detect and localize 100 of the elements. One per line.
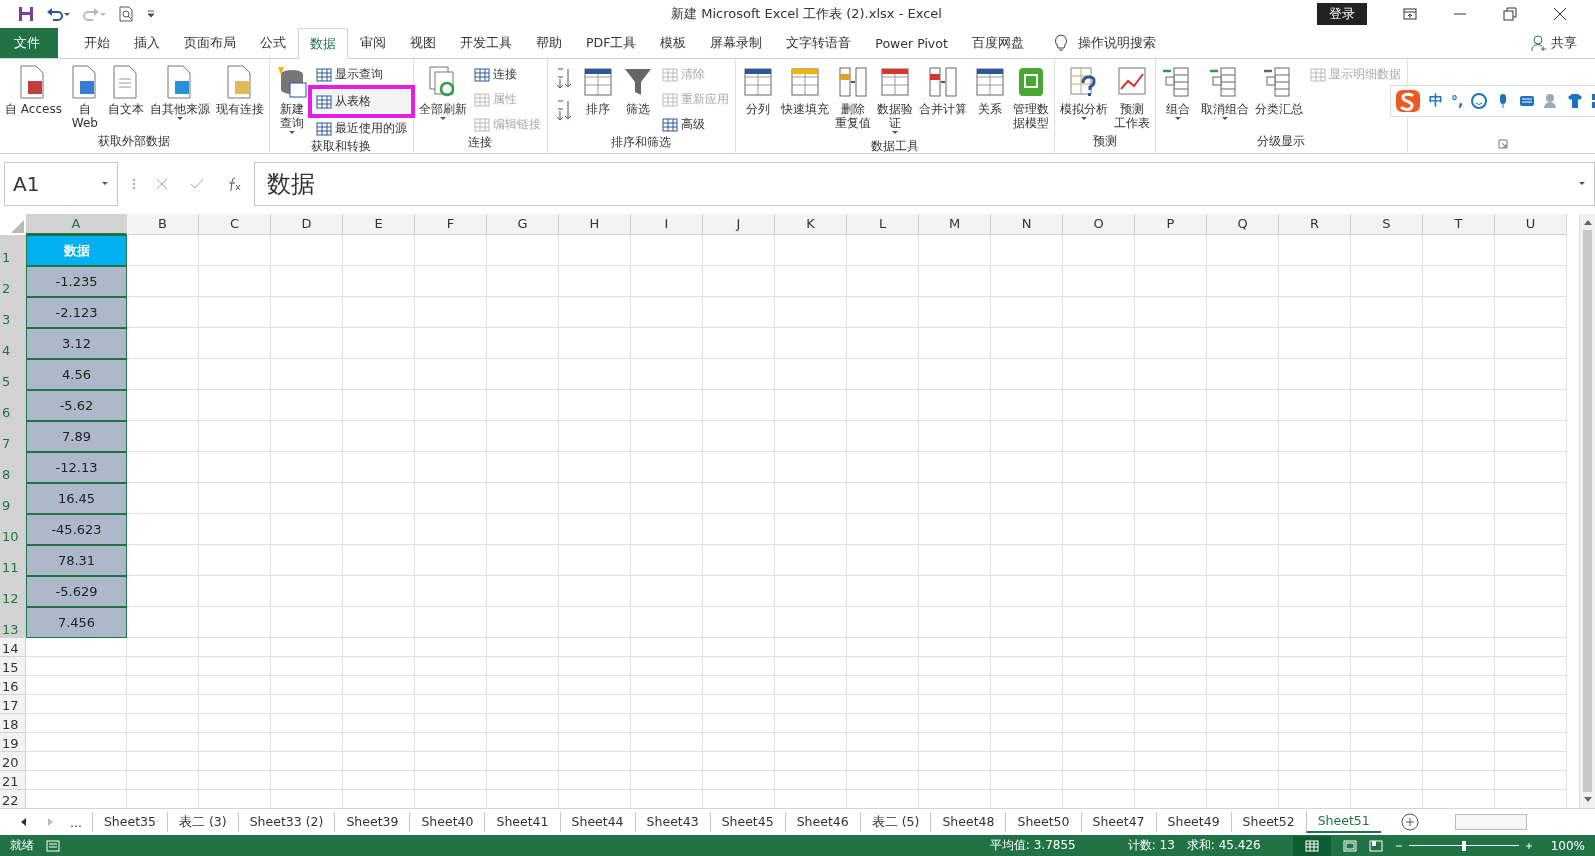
sheet-tab[interactable]: 表二 (3): [166, 812, 238, 832]
column-header[interactable]: U: [1495, 214, 1567, 235]
column-header[interactable]: O: [1063, 214, 1135, 235]
normal-view-button[interactable]: [1292, 835, 1331, 856]
scroll-thumb[interactable]: [1583, 230, 1592, 792]
sheet-tab[interactable]: Sheet52: [1230, 812, 1306, 832]
ribbon-tab[interactable]: 开始: [72, 28, 122, 58]
zoom-level[interactable]: 100%: [1550, 838, 1585, 853]
file-tab[interactable]: 文件: [0, 28, 58, 58]
formula-input[interactable]: 数据: [254, 162, 1595, 206]
table-cell[interactable]: -5.629: [26, 576, 127, 607]
ribbon-button[interactable]: 数据验 证: [874, 63, 915, 138]
ribbon-tab[interactable]: 开发工具: [448, 28, 524, 58]
sheet-tab[interactable]: Sheet49: [1155, 812, 1231, 832]
row-header[interactable]: 17: [0, 695, 26, 714]
table-cell[interactable]: 78.31: [26, 545, 127, 576]
table-cell[interactable]: 7.456: [26, 607, 127, 638]
column-header[interactable]: Q: [1207, 214, 1279, 235]
tell-me-search[interactable]: 操作说明搜索: [1077, 34, 1156, 52]
ribbon-button[interactable]: 最近使用的源: [312, 119, 410, 138]
ribbon-button[interactable]: 删除 重复值: [832, 63, 873, 132]
row-header[interactable]: 2: [0, 266, 26, 297]
name-box[interactable]: A1: [4, 162, 118, 206]
sheet-tab[interactable]: Sheet44: [559, 812, 635, 832]
grip-icon[interactable]: [132, 178, 136, 190]
ribbon-button[interactable]: 预测 工作表: [1111, 63, 1152, 132]
ribbon-button[interactable]: 现有连接: [213, 63, 266, 118]
share-button[interactable]: 共享: [1531, 28, 1577, 58]
sheet-tab[interactable]: Sheet50: [1005, 812, 1081, 832]
macro-record-icon[interactable]: [46, 839, 60, 852]
ribbon-button[interactable]: 快速填充: [778, 63, 831, 118]
column-header[interactable]: P: [1135, 214, 1207, 235]
row-header[interactable]: 12: [0, 576, 26, 607]
ribbon-tab[interactable]: 帮助: [524, 28, 574, 58]
column-header[interactable]: K: [775, 214, 847, 235]
table-cell[interactable]: 3.12: [26, 328, 127, 359]
ribbon-button[interactable]: 高级: [658, 115, 732, 134]
dialog-launcher-icon[interactable]: [1498, 139, 1508, 149]
sheet-tab[interactable]: Sheet51: [1305, 811, 1381, 833]
ribbon-button[interactable]: 取消组合: [1198, 63, 1251, 124]
ribbon-tab[interactable]: 文字转语音: [774, 28, 864, 58]
row-header[interactable]: 16: [0, 676, 26, 695]
column-header[interactable]: M: [919, 214, 991, 235]
sheet-tab[interactable]: Sheet33 (2): [237, 812, 335, 832]
column-header[interactable]: C: [199, 214, 271, 235]
ribbon-tab[interactable]: 插入: [122, 28, 172, 58]
ribbon-button[interactable]: 分类汇总: [1252, 63, 1305, 118]
ribbon-button[interactable]: 自 Web: [65, 63, 104, 132]
table-cell[interactable]: -12.13: [26, 452, 127, 483]
sort-ascending-icon[interactable]: [554, 67, 573, 89]
sheet-tab[interactable]: Sheet45: [709, 812, 785, 832]
column-header[interactable]: S: [1351, 214, 1423, 235]
row-header[interactable]: 22: [0, 790, 26, 808]
column-header[interactable]: E: [343, 214, 415, 235]
ime-button[interactable]: °,: [1451, 93, 1464, 109]
column-header[interactable]: F: [415, 214, 487, 235]
horizontal-scrollbar[interactable]: [1454, 814, 1527, 830]
ribbon-button[interactable]: 全部刷新: [416, 63, 469, 124]
page-layout-icon[interactable]: [1342, 839, 1357, 852]
column-header[interactable]: A: [26, 214, 127, 235]
sheet-tab[interactable]: Sheet47: [1080, 812, 1156, 832]
row-header[interactable]: 15: [0, 657, 26, 676]
table-cell[interactable]: 7.89: [26, 421, 127, 452]
ribbon-button[interactable]: 合并计算: [916, 63, 969, 118]
ribbon-button[interactable]: 显示查询: [312, 65, 410, 84]
ribbon-button[interactable]: 自文本: [105, 63, 146, 118]
row-header[interactable]: 8: [0, 452, 26, 483]
arrow-down-icon[interactable]: [1582, 796, 1593, 804]
sheet-tab[interactable]: Sheet41: [484, 812, 560, 832]
login-button[interactable]: 登录: [1317, 3, 1367, 25]
print-preview-icon[interactable]: [118, 6, 134, 22]
row-header[interactable]: 9: [0, 483, 26, 514]
s-logo-icon[interactable]: [1395, 89, 1421, 113]
vertical-scrollbar[interactable]: [1579, 214, 1595, 808]
ribbon-tab[interactable]: 视图: [398, 28, 448, 58]
more-sheets[interactable]: ...: [56, 814, 92, 830]
column-header[interactable]: L: [847, 214, 919, 235]
close-icon[interactable]: [1553, 7, 1567, 21]
table-cell[interactable]: -5.62: [26, 390, 127, 421]
sheet-tab[interactable]: Sheet40: [409, 812, 485, 832]
ribbon-display-icon[interactable]: [1403, 7, 1417, 21]
restore-icon[interactable]: [1503, 7, 1517, 21]
shirt-icon[interactable]: [1567, 93, 1584, 109]
undo-icon[interactable]: [46, 6, 70, 22]
function-icon[interactable]: [226, 177, 242, 191]
lightbulb-icon[interactable]: [1053, 34, 1068, 52]
keyboard-icon[interactable]: [1519, 93, 1536, 109]
ribbon-button[interactable]: 排序: [578, 63, 617, 118]
ribbon-tab[interactable]: PDF工具: [574, 28, 649, 58]
row-header[interactable]: 11: [0, 545, 26, 576]
page-break-icon[interactable]: [1368, 839, 1383, 852]
ribbon-button[interactable]: 管理数 据模型: [1010, 63, 1051, 132]
sheet-tab[interactable]: Sheet46: [784, 812, 860, 832]
column-header[interactable]: N: [991, 214, 1063, 235]
row-header[interactable]: 5: [0, 359, 26, 390]
row-header[interactable]: 4: [0, 328, 26, 359]
row-header[interactable]: 19: [0, 733, 26, 752]
row-header[interactable]: 18: [0, 714, 26, 733]
checkmark-icon[interactable]: [190, 178, 204, 190]
ribbon-tab[interactable]: 审阅: [348, 28, 398, 58]
